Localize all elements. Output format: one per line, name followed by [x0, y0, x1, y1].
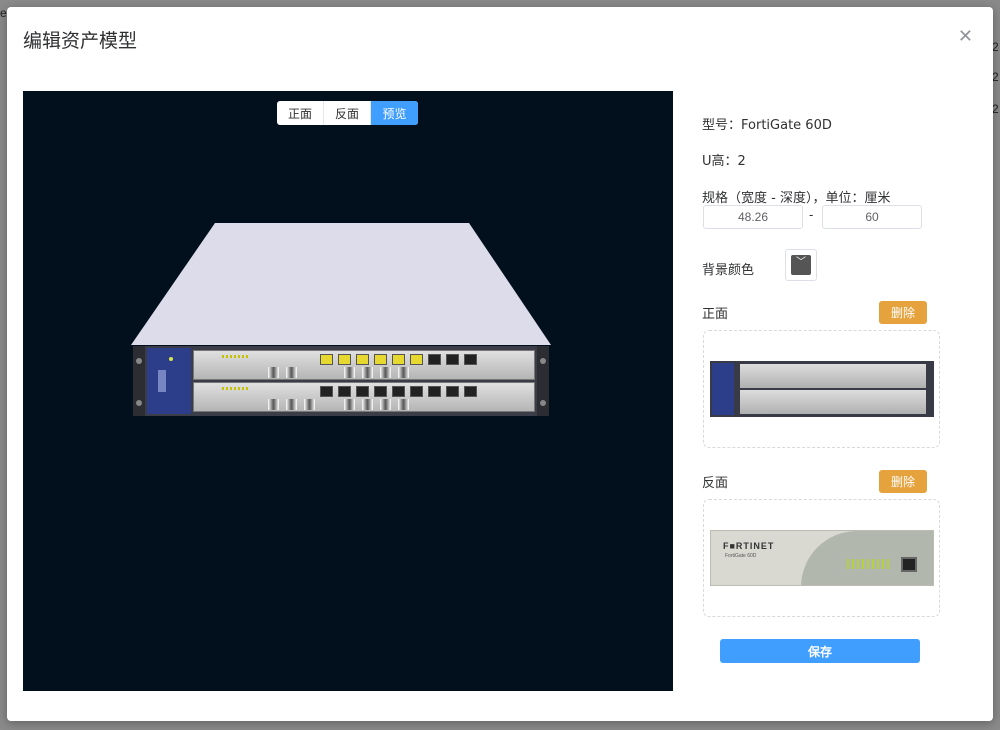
bg-color-label: 背景颜色 [702, 263, 755, 278]
device-slot [193, 350, 535, 380]
fortinet-logo: F■RTINET [723, 541, 775, 551]
rack-ear-left [133, 346, 145, 416]
status-leds [847, 559, 889, 569]
back-image-preview: F■RTINET FortiGate 60D [710, 530, 934, 586]
chevron-down-icon: ﹀ [796, 257, 806, 268]
dialog-title: 编辑资产模型 [23, 30, 138, 52]
device-3d-viewer[interactable]: 正面 反面 预览 [23, 91, 673, 691]
device-model [131, 223, 551, 423]
width-input[interactable]: 48.26 [703, 205, 803, 229]
edit-asset-model-dialog: 编辑资产模型 ✕ 正面 反面 预览 型号：FortiGate 60D U高：2 … [7, 7, 993, 721]
brand-panel [147, 348, 191, 414]
depth-input[interactable]: 60 [822, 205, 922, 229]
dim-separator: - [809, 207, 814, 222]
tab-front[interactable]: 正面 [277, 101, 324, 125]
u-height-field: U高：2 [702, 150, 746, 169]
vendor-logo-icon [158, 370, 166, 392]
model-value: FortiGate 60D [741, 118, 832, 133]
bg-fragment: 2 [992, 102, 999, 116]
delete-front-button[interactable]: 删除 [879, 301, 927, 324]
device-slot [193, 382, 535, 412]
bg-fragment: 2 [992, 70, 999, 84]
delete-back-button[interactable]: 删除 [879, 470, 927, 493]
bg-fragment: e [0, 6, 7, 20]
device-front-face [133, 346, 549, 416]
back-model-text: FortiGate 60D [725, 553, 757, 559]
tab-back[interactable]: 反面 [324, 101, 371, 125]
spec-label: 规格（宽度 - 深度），单位：厘米 [702, 191, 891, 206]
power-led-icon [169, 357, 173, 361]
back-image-upload[interactable]: F■RTINET FortiGate 60D [703, 499, 940, 617]
view-tabs: 正面 反面 预览 [277, 101, 418, 125]
front-image-preview [710, 361, 934, 417]
u-height-label: U高： [702, 154, 738, 169]
bg-color-picker[interactable]: ﹀ [785, 249, 817, 281]
bg-fragment: 2 [992, 40, 999, 54]
tab-preview[interactable]: 预览 [371, 101, 418, 125]
model-label: 型号： [702, 118, 742, 133]
back-label: 反面 [702, 476, 729, 491]
u-height-value: 2 [737, 154, 746, 169]
front-label: 正面 [702, 307, 729, 322]
ethernet-port-icon [901, 557, 917, 572]
model-field: 型号：FortiGate 60D [702, 114, 832, 133]
save-button[interactable]: 保存 [720, 639, 920, 663]
rack-ear-right [537, 346, 549, 416]
front-image-upload[interactable] [703, 330, 940, 448]
properties-panel: 型号：FortiGate 60D U高：2 规格（宽度 - 深度），单位：厘米 … [702, 7, 982, 721]
device-top-face [131, 223, 551, 345]
